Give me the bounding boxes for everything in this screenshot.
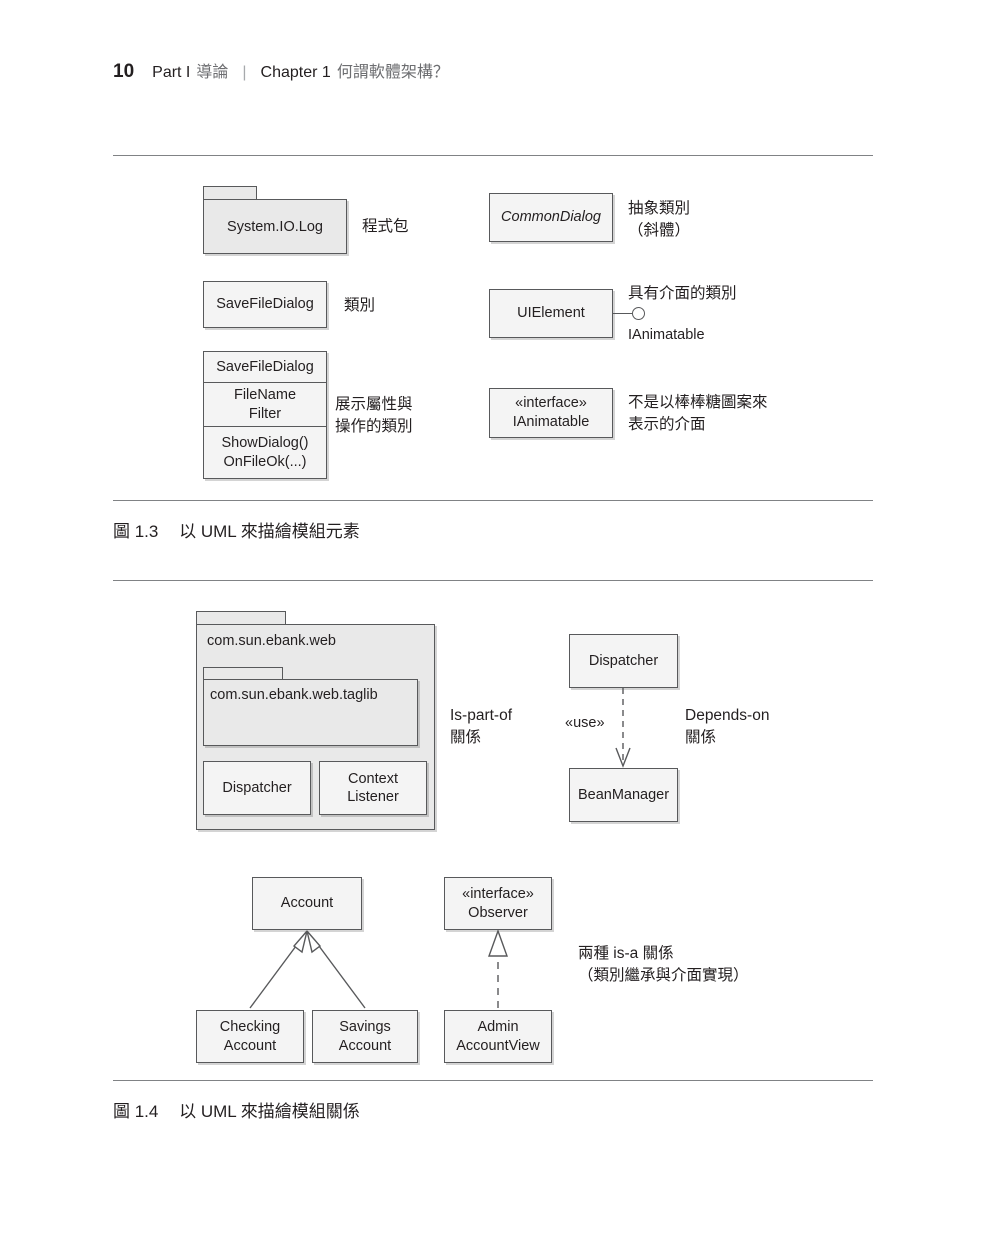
part-title: 導論 <box>196 64 229 81</box>
figure-1-3-caption: 圖 1.3 以 UML 來描繪模組元素 <box>113 517 360 542</box>
package-tab-com-sun-ebank-web <box>196 611 286 625</box>
dependency-stereotype-use: «use» <box>565 715 605 731</box>
running-head: 10 Part I 導論 | Chapter 1 何謂軟體架構？ <box>113 58 449 83</box>
interface-stereotype: «interface» <box>515 395 587 412</box>
package-label-com-sun-ebank-web-taglib: com.sun.ebank.web.taglib <box>210 687 378 703</box>
rule-above-figure-1-4 <box>113 580 873 581</box>
observer-name: Observer <box>468 904 528 921</box>
class-box-dispatcher: Dispatcher <box>569 634 678 688</box>
figure-1-4-caption: 圖 1.4 以 UML 來描繪模組關係 <box>113 1097 360 1122</box>
annotation-class: 類別 <box>344 297 376 314</box>
class-box-savingsaccount: Savings Account <box>312 1010 418 1063</box>
page-number: 10 <box>113 61 135 82</box>
observer-stereotype: «interface» <box>462 885 534 902</box>
annotation-interface-box: 不是以棒棒糖圖案來 表示的介面 <box>628 394 768 434</box>
annotation-is-a: 兩種 is-a 關係 （類別繼承與介面實現） <box>578 945 749 985</box>
interface-name: IAnimatable <box>512 414 590 430</box>
class-box-checkingaccount: Checking Account <box>196 1010 304 1063</box>
class-box-dispatcher-inner: Dispatcher <box>203 761 311 815</box>
class-box-commondialog: CommonDialog <box>489 193 613 242</box>
realization-arrowhead-observer <box>488 928 508 957</box>
generalization-line-checking <box>249 941 300 1009</box>
header-separator: | <box>242 64 247 81</box>
annotation-package: 程式包 <box>362 218 409 235</box>
annotation-abstract-class: 抽象類別 （斜體） <box>628 200 691 240</box>
generalization-arrowhead-checking <box>292 930 308 954</box>
rule-above-figure-1-3 <box>113 155 873 156</box>
figure-1-3-title: 以 UML 來描繪模組元素 <box>179 522 360 541</box>
lollipop-interface-icon <box>632 307 645 320</box>
annotation-class-detailed: 展示屬性與 操作的類別 <box>335 396 413 436</box>
class-operations-compartment: ShowDialog() OnFileOk(...) <box>204 426 326 478</box>
class-box-interface-ianimatable: «interface» IAnimatable <box>489 388 613 438</box>
figure-1-3-number: 圖 1.3 <box>113 522 159 541</box>
annotation-depends-on: Depends-on 關係 <box>685 707 770 747</box>
annotation-is-part-of: Is-part-of 關係 <box>450 707 513 747</box>
class-box-beanmanager: BeanManager <box>569 768 678 822</box>
chapter-title: 何謂軟體架構？ <box>336 64 449 81</box>
class-box-contextlistener: Context Listener <box>319 761 427 815</box>
class-box-savefiledialog-simple: SaveFileDialog <box>203 281 327 328</box>
class-box-uielement: UIElement <box>489 289 613 338</box>
annotation-class-with-interface: 具有介面的類別 <box>628 285 737 302</box>
interface-stereotype-and-name: «interface» IAnimatable <box>490 389 612 437</box>
class-box-adminaccountview: Admin AccountView <box>444 1010 552 1063</box>
lollipop-interface-label: IAnimatable <box>628 327 705 343</box>
class-attributes-compartment: FileName Filter <box>204 382 326 426</box>
chapter-label: Chapter 1 <box>260 64 331 81</box>
generalization-arrowhead-savings <box>306 930 322 954</box>
class-box-savefiledialog-detailed: SaveFileDialog FileName Filter ShowDialo… <box>203 351 327 479</box>
class-box-account: Account <box>252 877 362 930</box>
rule-below-figure-1-4 <box>113 1080 873 1081</box>
figure-1-4-title: 以 UML 來描繪模組關係 <box>179 1102 360 1121</box>
rule-below-figure-1-3 <box>113 500 873 501</box>
dependency-arrowhead-open <box>615 747 631 768</box>
package-label-com-sun-ebank-web: com.sun.ebank.web <box>207 633 336 649</box>
generalization-line-savings <box>315 941 366 1009</box>
figure-1-4-number: 圖 1.4 <box>113 1102 159 1121</box>
observer-stereotype-and-name: «interface» Observer <box>445 878 551 929</box>
lollipop-connector-line <box>613 313 632 314</box>
part-label: Part I <box>152 64 191 81</box>
class-name-compartment: SaveFileDialog <box>216 358 314 375</box>
package-label-system-io-log: System.IO.Log <box>227 218 323 235</box>
package-tab-system-io-log <box>203 186 257 200</box>
class-box-interface-observer: «interface» Observer <box>444 877 552 930</box>
